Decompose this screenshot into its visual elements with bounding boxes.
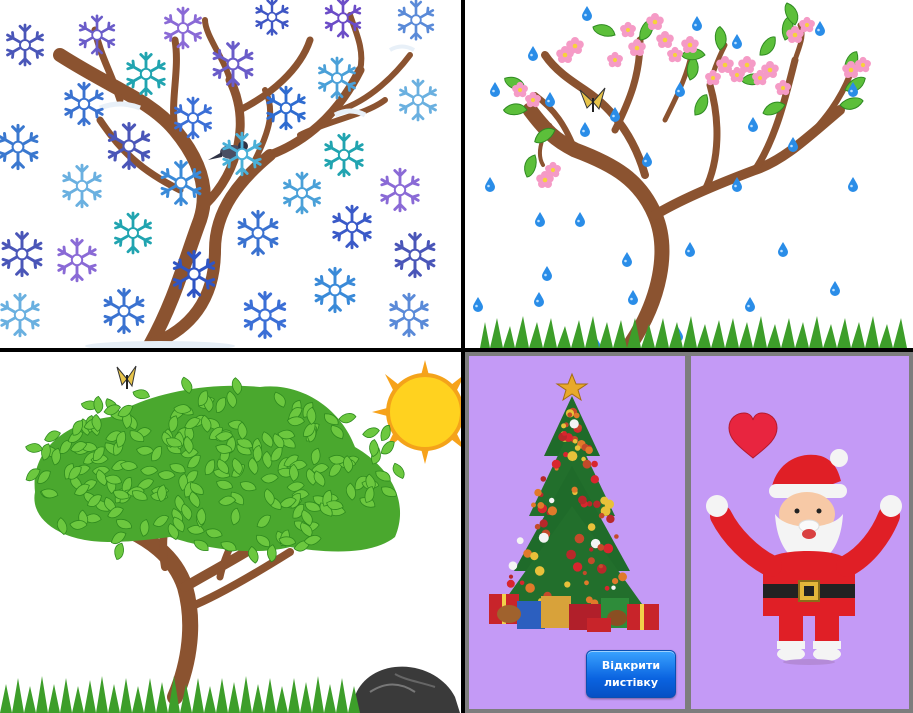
spring-scene: [473, 2, 907, 348]
summer-panel[interactable]: [0, 352, 461, 713]
winter-scene: [0, 0, 437, 348]
open-card-button[interactable]: Відкрити листівку: [586, 650, 676, 698]
butterfly-icon: [116, 365, 137, 389]
rock-icon: [352, 666, 460, 713]
heart-icon: [728, 412, 778, 459]
grass-icon: [480, 316, 907, 348]
spring-panel[interactable]: [465, 0, 913, 348]
seasons-grid: Відкрити листівку: [0, 0, 913, 713]
winter-panel[interactable]: [0, 0, 461, 348]
summer-scene: [0, 360, 461, 713]
water-drop-icon: [473, 6, 858, 348]
christmas-panel: Відкрити листівку: [465, 352, 913, 713]
santa-icon: [706, 412, 902, 665]
christmas-tree-card[interactable]: Відкрити листівку: [469, 356, 685, 709]
blossom-icon: [512, 13, 871, 188]
santa-card[interactable]: [691, 356, 909, 709]
